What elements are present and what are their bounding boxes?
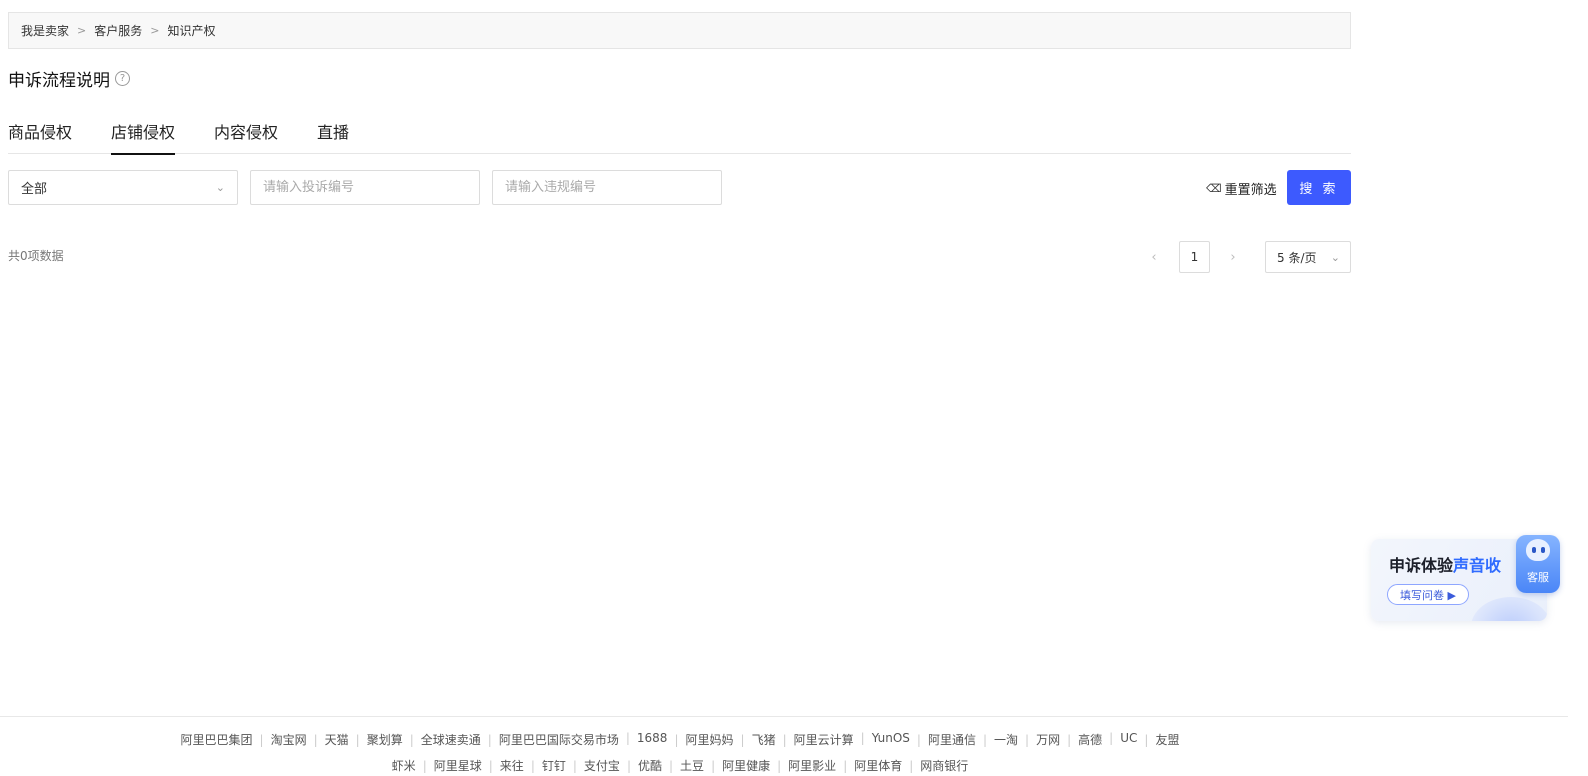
reset-filter-button[interactable]: ⌫ 重置筛选: [1206, 178, 1277, 198]
footer-link[interactable]: YunOS: [854, 731, 910, 748]
footer-link[interactable]: 天猫: [307, 731, 349, 748]
survey-title-highlight: 声音收: [1453, 556, 1502, 575]
footer-link[interactable]: 淘宝网: [253, 731, 307, 748]
footer-link[interactable]: 阿里影业: [770, 757, 836, 774]
next-page-icon[interactable]: ›: [1222, 241, 1244, 273]
footer-link[interactable]: 来往: [482, 757, 524, 774]
page-title: 申诉流程说明 ?: [8, 66, 130, 91]
footer-link[interactable]: 阿里星球: [416, 757, 482, 774]
breadcrumb: 我是卖家 > 客户服务 > 知识产权: [8, 12, 1351, 49]
footer-link[interactable]: 网商银行: [902, 757, 968, 774]
breadcrumb-item-seller[interactable]: 我是卖家: [21, 22, 69, 39]
footer: 阿里巴巴集团 淘宝网 天猫 聚划算 全球速卖通 阿里巴巴国际交易市场 1688 …: [0, 716, 1568, 776]
footer-link[interactable]: 全球速卖通: [403, 731, 481, 748]
tab-product-infringement[interactable]: 商品侵权: [8, 110, 72, 154]
chevron-down-icon: ⌄: [1330, 250, 1340, 264]
footer-link[interactable]: 支付宝: [566, 757, 620, 774]
breadcrumb-item-customer-service[interactable]: 客户服务: [94, 22, 142, 39]
footer-link[interactable]: 一淘: [976, 731, 1018, 748]
page-size-select[interactable]: 5 条/页 ⌄: [1265, 241, 1351, 273]
tab-content-infringement[interactable]: 内容侵权: [214, 110, 278, 154]
footer-link[interactable]: 阿里体育: [836, 757, 902, 774]
footer-links-row-2: 虾米 阿里星球 来往 钉钉 支付宝 优酷 土豆 阿里健康 阿里影业 阿里体育 网…: [0, 757, 1360, 774]
footer-link[interactable]: 虾米: [392, 757, 416, 774]
reset-filter-label: 重置筛选: [1224, 182, 1277, 198]
footer-link[interactable]: 友盟: [1137, 731, 1179, 748]
breadcrumb-separator: >: [150, 24, 160, 37]
footer-link[interactable]: 钉钉: [524, 757, 566, 774]
customer-service-button[interactable]: 客服: [1516, 535, 1560, 593]
footer-link[interactable]: 高德: [1060, 731, 1102, 748]
footer-link[interactable]: 阿里云计算: [776, 731, 854, 748]
footer-link[interactable]: UC: [1102, 731, 1137, 748]
footer-links-row-1: 阿里巴巴集团 淘宝网 天猫 聚划算 全球速卖通 阿里巴巴国际交易市场 1688 …: [0, 731, 1360, 748]
type-select-value: 全部: [21, 182, 48, 197]
footer-link[interactable]: 土豆: [662, 757, 704, 774]
page-number-current[interactable]: 1: [1179, 241, 1210, 273]
footer-link[interactable]: 聚划算: [349, 731, 403, 748]
page-title-text: 申诉流程说明: [8, 71, 110, 91]
robot-avatar-icon: [1526, 539, 1550, 561]
breadcrumb-separator: >: [77, 24, 87, 37]
footer-link[interactable]: 优酷: [620, 757, 662, 774]
breadcrumb-item-ip: 知识产权: [167, 24, 216, 38]
tab-store-infringement[interactable]: 店铺侵权: [111, 110, 176, 155]
help-icon[interactable]: ?: [115, 71, 130, 86]
violation-number-input[interactable]: [492, 170, 722, 205]
fill-survey-button[interactable]: 填写问卷 ▶: [1387, 584, 1469, 605]
survey-title: 申诉体验声音收: [1389, 552, 1501, 576]
result-count: 共0项数据: [8, 249, 64, 263]
footer-link[interactable]: 阿里巴巴集团: [181, 731, 253, 748]
tab-live-stream[interactable]: 直播: [317, 110, 349, 154]
survey-decoration: [1471, 597, 1547, 621]
prev-page-icon[interactable]: ‹: [1143, 241, 1165, 273]
footer-link[interactable]: 阿里健康: [704, 757, 770, 774]
eraser-icon: ⌫: [1206, 181, 1222, 195]
customer-service-label: 客服: [1527, 571, 1549, 584]
footer-link[interactable]: 1688: [619, 731, 668, 748]
footer-link[interactable]: 阿里妈妈: [667, 731, 734, 748]
survey-title-prefix: 申诉体验: [1389, 556, 1454, 575]
footer-link[interactable]: 飞猪: [734, 731, 776, 748]
page-size-value: 5 条/页: [1277, 250, 1317, 265]
footer-link[interactable]: 万网: [1018, 731, 1060, 748]
footer-link[interactable]: 阿里巴巴国际交易市场: [481, 731, 619, 748]
chevron-down-icon: ⌄: [215, 181, 225, 194]
footer-link[interactable]: 阿里通信: [910, 731, 976, 748]
search-button[interactable]: 搜 索: [1287, 170, 1351, 205]
tab-bar: 商品侵权 店铺侵权 内容侵权 直播: [8, 110, 1351, 155]
complaint-number-input[interactable]: [250, 170, 480, 205]
type-select[interactable]: 全部 ⌄: [8, 170, 238, 205]
